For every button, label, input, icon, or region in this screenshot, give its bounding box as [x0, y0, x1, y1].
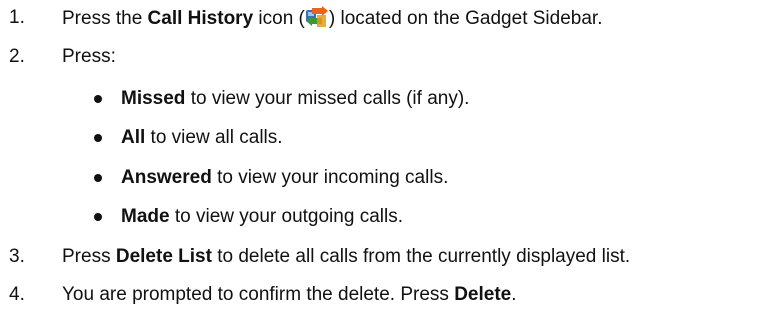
- step-number: 4.: [9, 284, 25, 305]
- step-number: 3.: [9, 246, 25, 267]
- instructions-page: 1. Press the Call History icon ( ) locat…: [0, 0, 780, 312]
- bullet-description: to view your incoming calls.: [211, 167, 449, 188]
- bullet-bold-term: All: [121, 127, 146, 148]
- step-text: Press the Call History icon ( ) located …: [62, 6, 602, 31]
- call-history-icon: [305, 6, 329, 28]
- bullet-description: to view your missed calls (if any).: [185, 88, 470, 109]
- bullet-text: Answered to view your incoming calls.: [121, 166, 448, 190]
- step-text-post: ) located on the Gadget Sidebar.: [328, 8, 603, 29]
- step-number: 2.: [9, 46, 25, 67]
- bullet-text: All to view all calls.: [121, 126, 283, 150]
- step-text: Press:: [62, 46, 116, 67]
- bullet-dot: [94, 134, 102, 142]
- step-text-mid: icon (: [253, 8, 305, 29]
- bullet-text: Made to view your outgoing calls.: [121, 205, 403, 229]
- step-text-pre: You are prompted to confirm the delete. …: [62, 284, 455, 305]
- bullet-text: Missed to view your missed calls (if any…: [121, 87, 469, 111]
- step-text: You are prompted to confirm the delete. …: [62, 283, 517, 307]
- step-text-post: to delete all calls from the currently d…: [211, 246, 631, 267]
- bullet-dot: [94, 213, 102, 221]
- step-bold-term: Delete List: [115, 246, 212, 267]
- bullet-dot: [94, 95, 102, 103]
- step-number: 1.: [9, 7, 25, 28]
- step-bold-term: Call History: [147, 8, 254, 29]
- bullet-bold-term: Made: [121, 206, 170, 227]
- step-bold-term: Delete: [454, 284, 512, 305]
- step-text-pre: Press the: [62, 8, 148, 29]
- bullet-dot: [94, 174, 102, 182]
- step-text-pre: Press: [62, 246, 116, 267]
- bullet-description: to view all calls.: [145, 127, 283, 148]
- step-text: Press Delete List to delete all calls fr…: [62, 245, 630, 269]
- bullet-bold-term: Answered: [121, 167, 212, 188]
- step-text-post: .: [511, 284, 517, 305]
- bullet-bold-term: Missed: [121, 88, 186, 109]
- bullet-description: to view your outgoing calls.: [169, 206, 403, 227]
